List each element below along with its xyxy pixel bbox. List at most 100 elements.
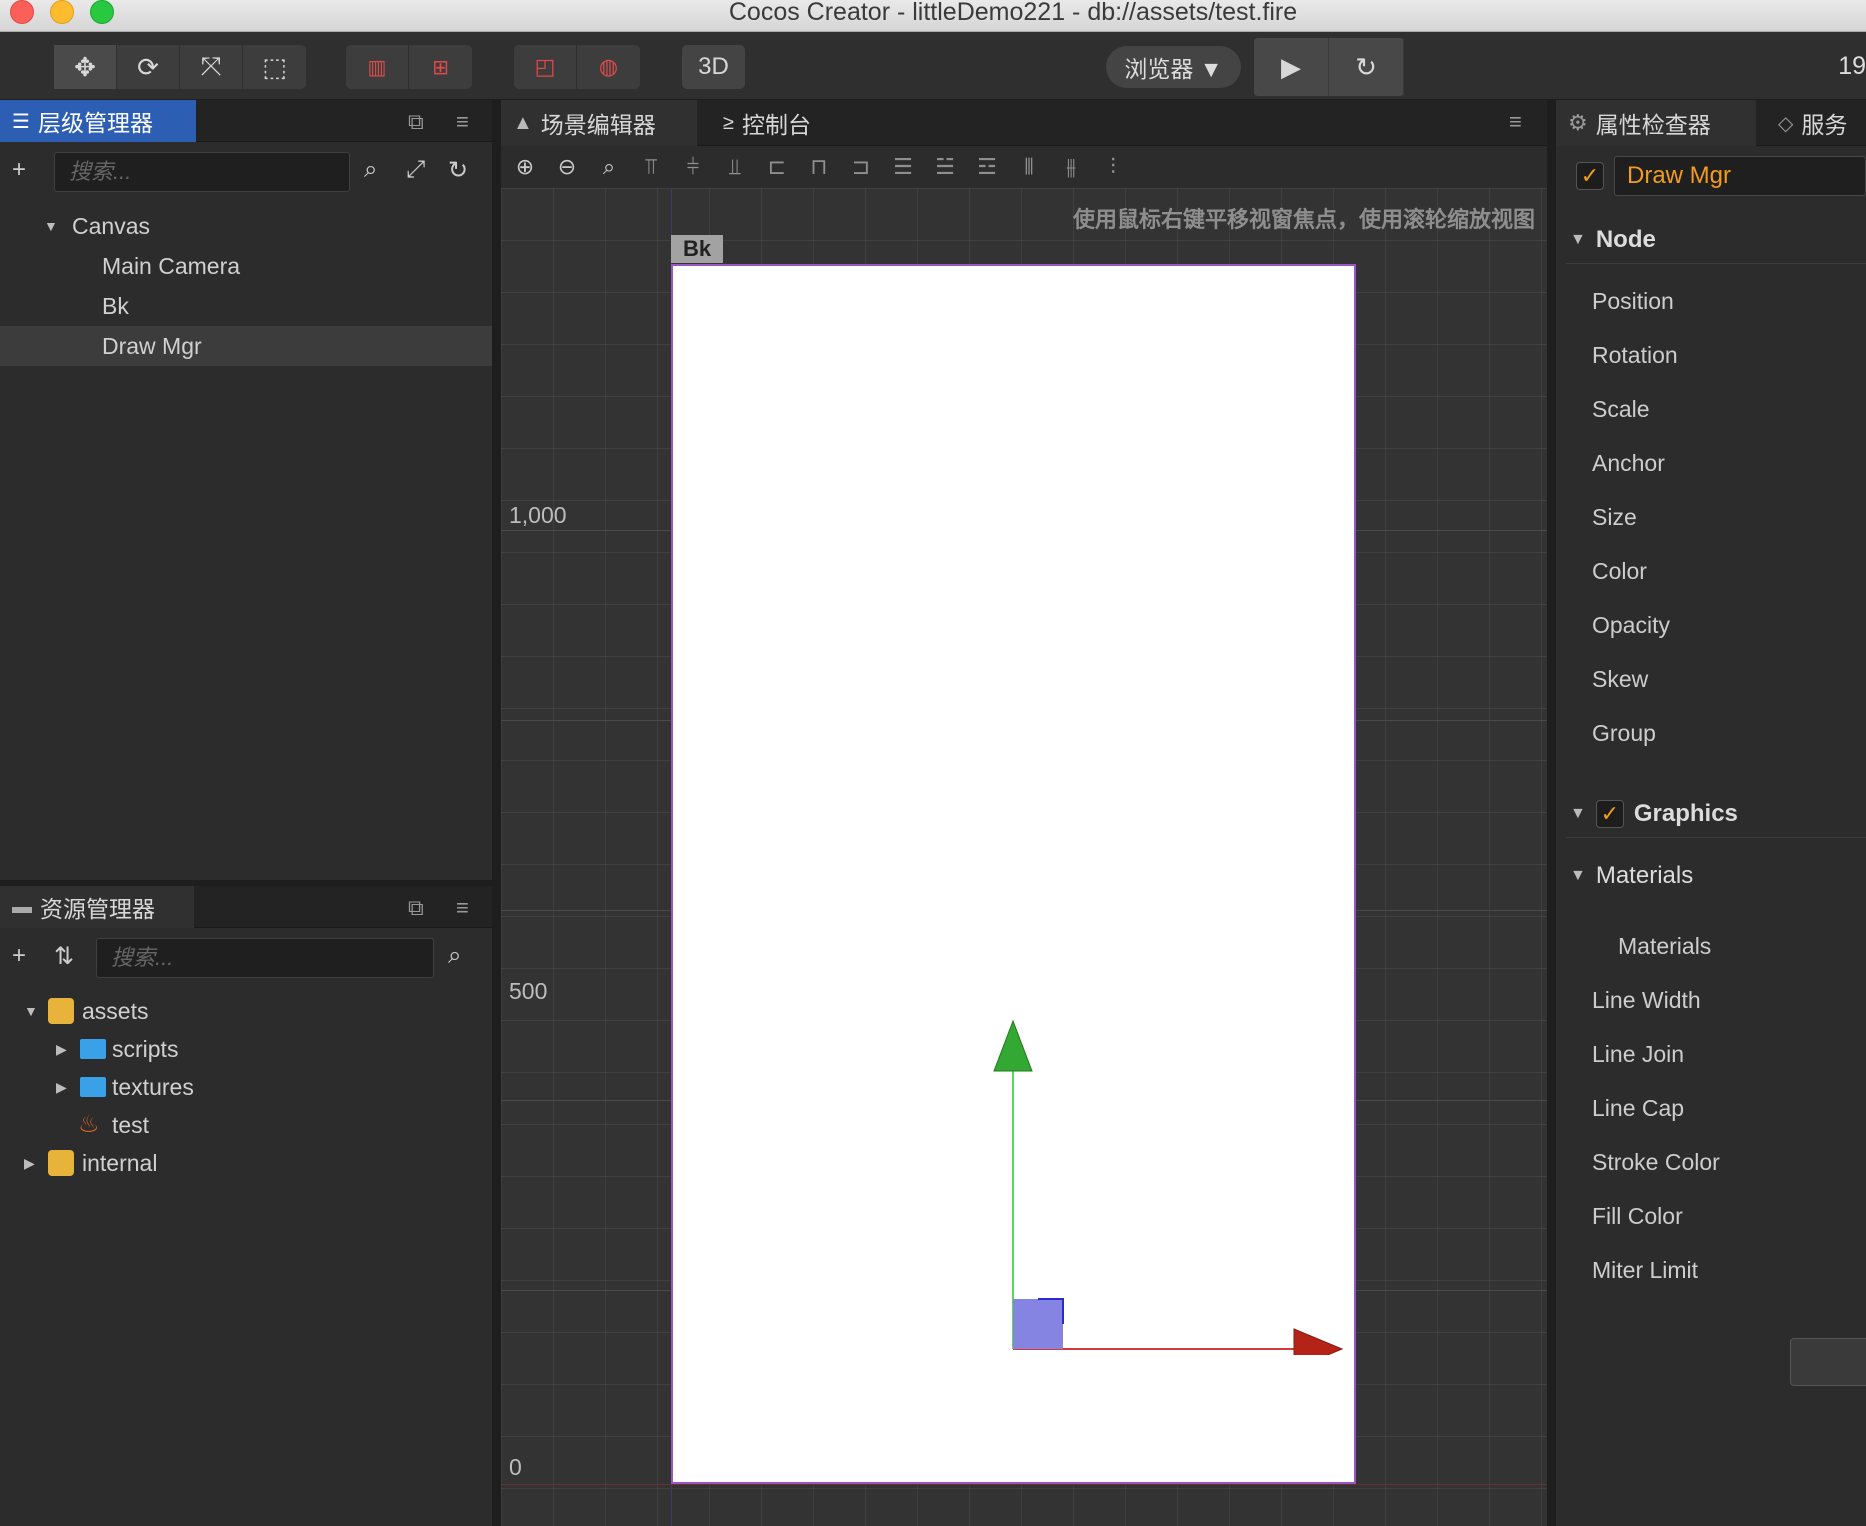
align-h-center-icon[interactable]: ⊓ (803, 154, 835, 180)
tab-scene-label: 场景编辑器 (540, 112, 656, 138)
distribute-v-center-icon[interactable]: ☱ (929, 154, 961, 180)
prop-scale: Scale (1592, 396, 1650, 422)
ruler-label-0: 0 (509, 1454, 522, 1480)
tree-item-label: test (112, 1112, 150, 1138)
menu-icon[interactable]: ≡ (456, 109, 469, 135)
collapse-arrow-icon[interactable]: ▼ (24, 992, 38, 1030)
add-icon[interactable]: + (12, 156, 26, 184)
node-active-checkbox[interactable]: ✓ (1576, 162, 1604, 190)
ruler-label-1000: 1,000 (509, 502, 567, 528)
distribute-left-icon[interactable]: ⫴ (1013, 154, 1045, 180)
add-icon[interactable]: + (12, 942, 26, 970)
collapse-arrow-icon[interactable]: ▼ (44, 206, 58, 246)
preview-target-select[interactable]: 浏览器 ▼ (1106, 46, 1241, 88)
center-icon[interactable]: ⊞ (409, 45, 472, 89)
transform-gizmo[interactable] (990, 1015, 1350, 1355)
expand-arrow-icon[interactable]: ▶ (56, 1030, 67, 1068)
xy-plane-handle[interactable] (1013, 1299, 1063, 1349)
align-bottom-icon[interactable]: ⫫ (719, 154, 751, 180)
collapse-arrow-icon[interactable]: ▼ (1570, 805, 1586, 823)
tree-item-scripts[interactable]: ▶ scripts (0, 1030, 492, 1068)
rect-tool-icon[interactable]: ⬚ (243, 45, 306, 89)
node-name-input[interactable]: Draw Mgr (1614, 156, 1866, 196)
zoom-in-icon[interactable]: ⊕ (509, 154, 541, 180)
global-icon[interactable]: ◍ (577, 45, 640, 89)
bk-node-tag[interactable]: Bk (671, 235, 723, 263)
collapse-arrow-icon[interactable]: ▼ (1570, 231, 1586, 249)
tab-inspector[interactable]: ⚙ 属性检查器 (1556, 100, 1756, 146)
refresh-icon[interactable]: ↻ (1329, 38, 1404, 96)
tree-item-canvas[interactable]: ▼ Canvas (0, 206, 492, 246)
toolbar-number: 19 (1838, 52, 1866, 80)
distribute-h-center-icon[interactable]: ⫵ (1055, 154, 1087, 180)
align-right-icon[interactable]: ⊐ (845, 154, 877, 180)
zoom-out-icon[interactable]: ⊖ (551, 154, 583, 180)
prop-stroke-color: Stroke Color (1592, 1149, 1720, 1175)
scale-tool-icon[interactable]: ⤧ (180, 45, 243, 89)
expand-arrow-icon[interactable]: ▶ (56, 1068, 67, 1106)
move-tool-icon[interactable]: ✥ (54, 45, 117, 89)
align-top-icon[interactable]: ⫪ (635, 154, 667, 180)
hierarchy-panel: ☰ 层级管理器 ⧉ ≡ + 搜索... ⌕ ⤢ ↻ ▼ Canvas Main … (0, 100, 492, 880)
collapse-arrow-icon[interactable]: ▼ (1570, 867, 1586, 885)
tree-item-internal[interactable]: ▶ internal (0, 1144, 492, 1182)
assets-search-row: + ⇅ 搜索... ⌕ (0, 930, 492, 986)
refresh-icon[interactable]: ↻ (448, 156, 468, 185)
local-icon[interactable]: ◰ (514, 45, 577, 89)
distribute-top-icon[interactable]: ☰ (887, 154, 919, 180)
graphics-enabled-checkbox[interactable]: ✓ (1595, 799, 1624, 828)
search-icon[interactable]: ⌕ (448, 942, 461, 970)
add-component-button[interactable] (1790, 1338, 1866, 1386)
pivot-tool-group: ▥ ⊞ (346, 45, 472, 89)
node-section-label: Node (1595, 225, 1656, 253)
sort-icon[interactable]: ⇅ (54, 942, 74, 971)
graphics-section-header[interactable]: ▼ ✓ Graphics (1566, 790, 1866, 838)
distribute-right-icon[interactable]: ⫶ (1097, 154, 1129, 180)
tree-item-assets[interactable]: ▼ assets (0, 992, 492, 1030)
search-icon[interactable]: ⌕ (364, 156, 377, 184)
align-left-icon[interactable]: ⊏ (761, 154, 793, 180)
tree-item-test[interactable]: ♨ test (0, 1106, 492, 1144)
menu-icon[interactable]: ≡ (456, 895, 469, 921)
tab-service[interactable]: ◇ 服务 (1766, 100, 1859, 146)
prop-opacity: Opacity (1592, 612, 1670, 638)
space-tool-group: ◰ ◍ (514, 45, 640, 89)
popout-icon[interactable]: ⧉ (408, 895, 424, 921)
panel-divider-vertical[interactable] (492, 100, 501, 1526)
tab-console[interactable]: ≥ 控制台 (711, 100, 823, 146)
tab-hierarchy-label: 层级管理器 (37, 110, 153, 136)
menu-icon[interactable]: ≡ (1509, 109, 1522, 135)
tab-assets[interactable]: ▬ 资源管理器 (0, 886, 194, 928)
materials-section-header[interactable]: ▼ Materials (1566, 852, 1866, 900)
rotate-tool-icon[interactable]: ⟳ (117, 45, 180, 89)
play-icon[interactable]: ▶ (1254, 38, 1329, 96)
zoom-reset-icon[interactable]: ⌕ (593, 154, 625, 180)
expand-icon[interactable]: ⤢ (406, 156, 425, 184)
pivot-icon[interactable]: ▥ (346, 45, 409, 89)
tree-item-label: internal (82, 1150, 158, 1176)
mode-3d-button[interactable]: 3D (682, 45, 745, 89)
align-v-center-icon[interactable]: ⫩ (677, 154, 709, 180)
node-section-header[interactable]: ▼ Node (1566, 216, 1866, 264)
panel-divider-vertical[interactable] (1547, 100, 1556, 1526)
tab-hierarchy[interactable]: ☰ 层级管理器 (0, 100, 196, 142)
assets-search-input[interactable]: 搜索... (96, 938, 434, 978)
y-axis-arrow-icon[interactable] (993, 1019, 1033, 1072)
assets-header: ▬ 资源管理器 ⧉ ≡ (0, 886, 492, 928)
tree-item-bk[interactable]: Bk (0, 286, 492, 326)
fire-scene-icon: ♨ (78, 1111, 100, 1138)
prop-fill-color: Fill Color (1592, 1203, 1683, 1229)
hierarchy-search-input[interactable]: 搜索... (54, 152, 350, 192)
tree-item-textures[interactable]: ▶ textures (0, 1068, 492, 1106)
tree-item-draw-mgr[interactable]: Draw Mgr (0, 326, 492, 366)
expand-arrow-icon[interactable]: ▶ (24, 1144, 35, 1182)
tree-item-main-camera[interactable]: Main Camera (0, 246, 492, 286)
hierarchy-icon: ☰ (12, 110, 30, 133)
tab-console-label: 控制台 (741, 112, 811, 138)
tree-item-label: textures (112, 1074, 194, 1100)
popout-icon[interactable]: ⧉ (408, 109, 424, 135)
tab-scene-editor[interactable]: ▲ 场景编辑器 (501, 100, 697, 146)
x-axis-arrow-icon[interactable] (1293, 1328, 1344, 1355)
distribute-bottom-icon[interactable]: ☲ (971, 154, 1003, 180)
folder-icon (80, 1039, 106, 1059)
